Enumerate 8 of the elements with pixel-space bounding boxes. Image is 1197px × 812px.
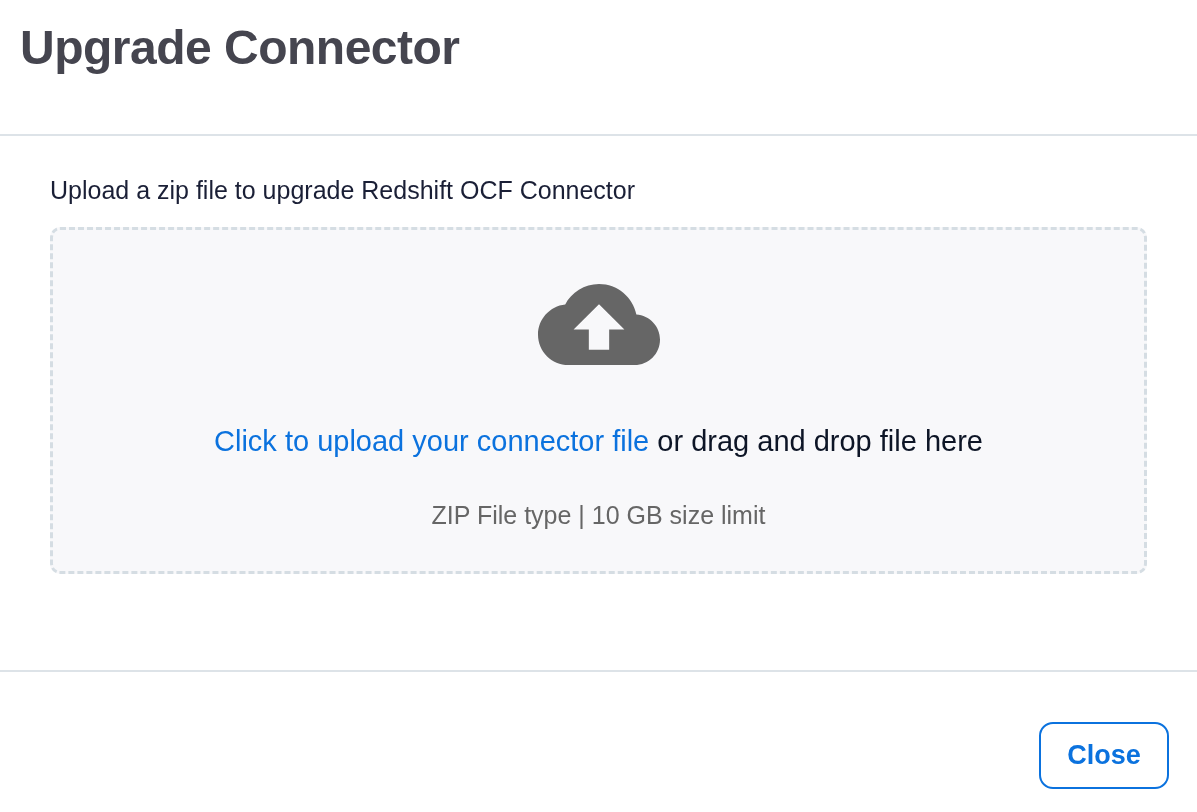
upload-instruction: Click to upload your connector file or drag and drop file here bbox=[214, 424, 983, 459]
close-button[interactable]: Close bbox=[1039, 722, 1169, 789]
cloud-upload-icon bbox=[537, 284, 660, 365]
upload-hint: ZIP File type | 10 GB size limit bbox=[431, 500, 766, 531]
upload-link[interactable]: Click to upload your connector file bbox=[214, 425, 650, 457]
upload-dropzone[interactable]: Click to upload your connector file or drag and drop file here ZIP File type | 10 GB size limit bbox=[50, 227, 1147, 574]
upload-label: Upload a zip file to upgrade Redshift OCF Connector bbox=[50, 175, 636, 206]
dialog-title: Upgrade Connector bbox=[20, 20, 460, 76]
